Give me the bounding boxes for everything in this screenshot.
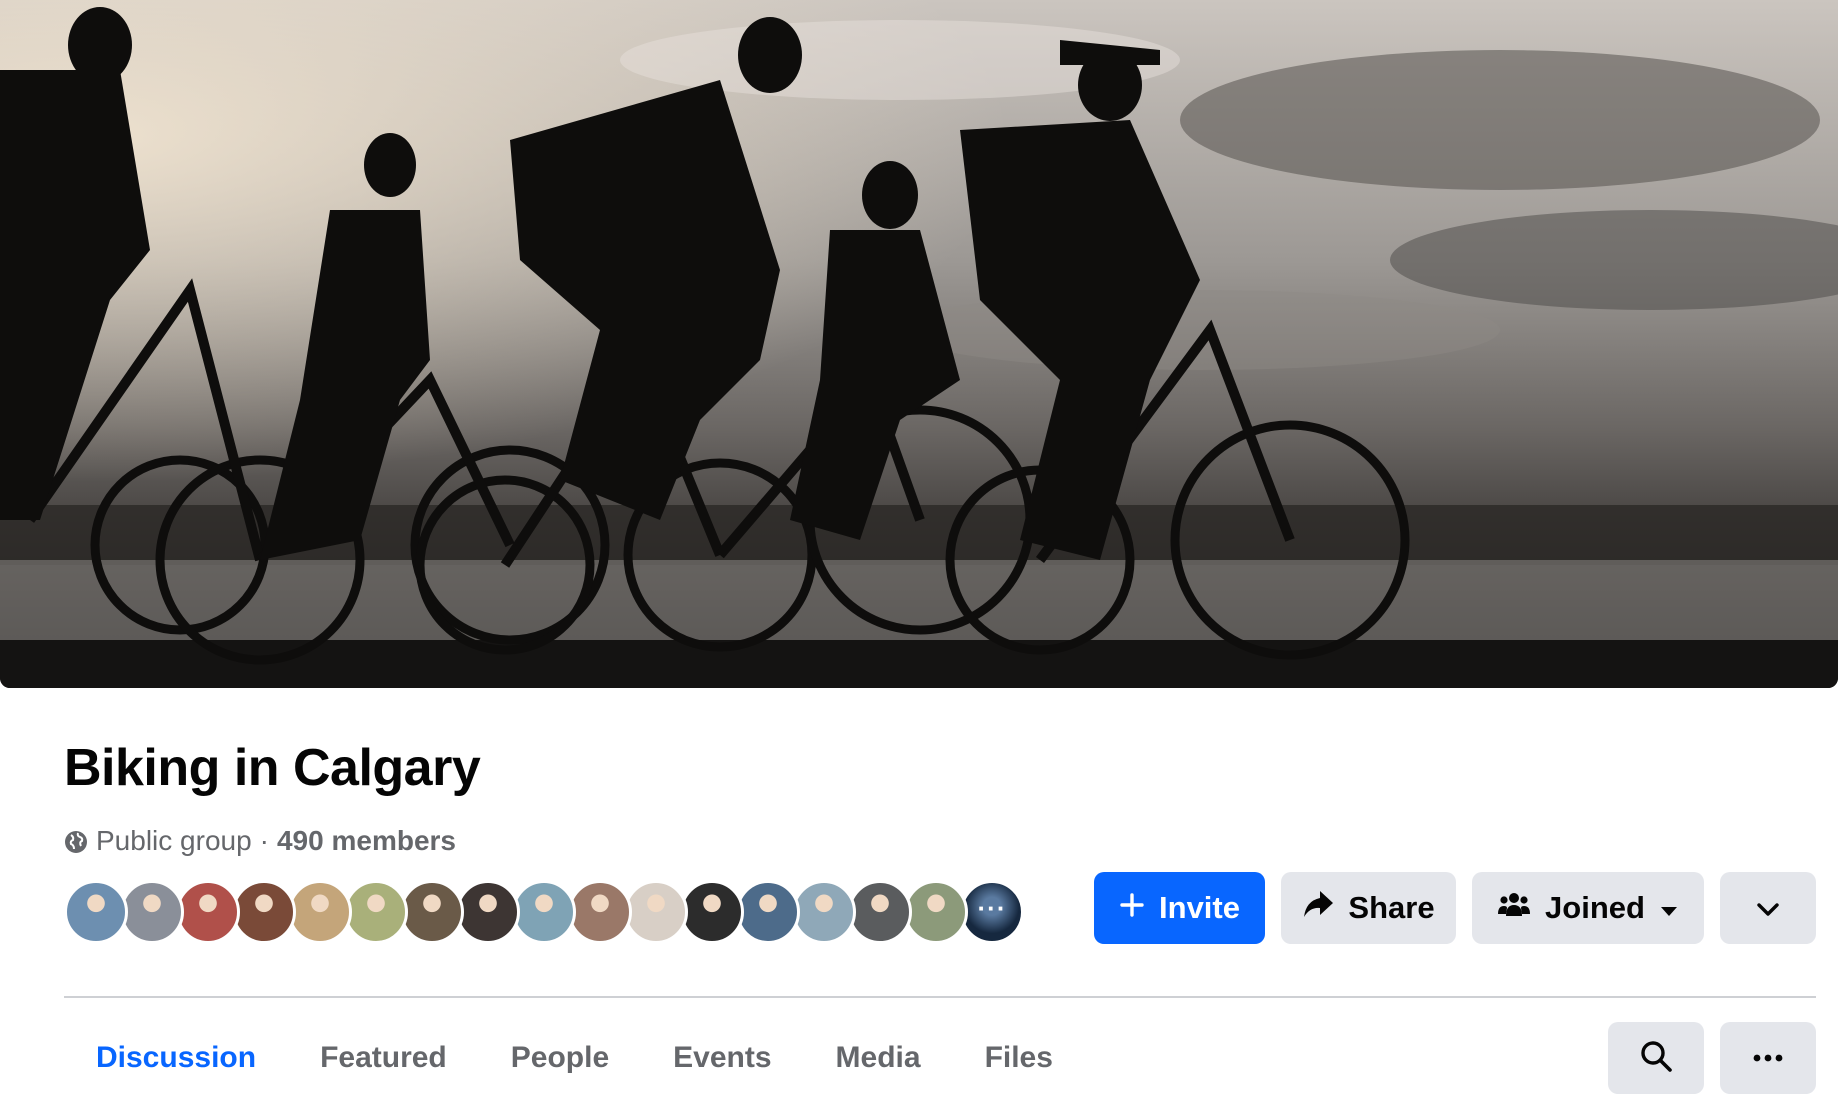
member-avatar[interactable] [848,880,912,944]
group-people-icon [1497,890,1531,926]
ellipsis-icon [1753,1049,1783,1067]
cover-photo [0,0,1838,688]
group-meta: Public group · 490 members [64,824,456,858]
group-title: Biking in Calgary [64,739,481,797]
member-avatar[interactable] [64,880,128,944]
tab-events[interactable]: Events [641,1022,803,1094]
search-icon [1639,1039,1673,1078]
more-members-avatar[interactable]: ··· [960,880,1024,944]
invite-button[interactable]: Invite [1094,872,1265,944]
tab-featured[interactable]: Featured [288,1022,479,1094]
tab-files[interactable]: Files [953,1022,1085,1094]
privacy-label: Public group [96,825,252,856]
member-avatar[interactable] [568,880,632,944]
member-avatar[interactable] [512,880,576,944]
share-button[interactable]: Share [1281,872,1456,944]
member-count[interactable]: 490 members [277,825,456,857]
tabs-more-button[interactable] [1720,1022,1816,1094]
member-avatar[interactable] [288,880,352,944]
member-avatar[interactable] [456,880,520,944]
header-more-button[interactable] [1720,872,1816,944]
meta-separator: · [259,825,269,856]
member-avatar[interactable] [680,880,744,944]
tab-media[interactable]: Media [804,1022,953,1094]
member-avatars: ··· [64,880,1024,944]
plus-icon [1119,890,1145,926]
group-search-button[interactable] [1608,1022,1704,1094]
member-avatar[interactable] [232,880,296,944]
member-avatar[interactable] [736,880,800,944]
chevron-down-icon [1756,890,1780,926]
joined-label: Joined [1545,890,1645,925]
caret-down-icon [1659,890,1679,926]
cyclists-silhouette-image [0,0,1838,688]
share-arrow-icon [1302,889,1334,927]
joined-button[interactable]: Joined [1472,872,1704,944]
tab-discussion[interactable]: Discussion [64,1022,288,1094]
header-divider [64,996,1816,998]
member-avatar[interactable] [176,880,240,944]
ellipsis-icon: ··· [977,892,1007,923]
member-avatar[interactable] [792,880,856,944]
tab-people[interactable]: People [479,1022,641,1094]
member-avatar[interactable] [400,880,464,944]
share-label: Share [1348,890,1435,925]
group-tabs: Discussion Featured People Events Media … [64,1022,1085,1094]
globe-icon [64,829,88,853]
member-avatar[interactable] [120,880,184,944]
member-avatar[interactable] [904,880,968,944]
invite-label: Invite [1159,890,1240,925]
member-avatar[interactable] [624,880,688,944]
member-avatar[interactable] [344,880,408,944]
